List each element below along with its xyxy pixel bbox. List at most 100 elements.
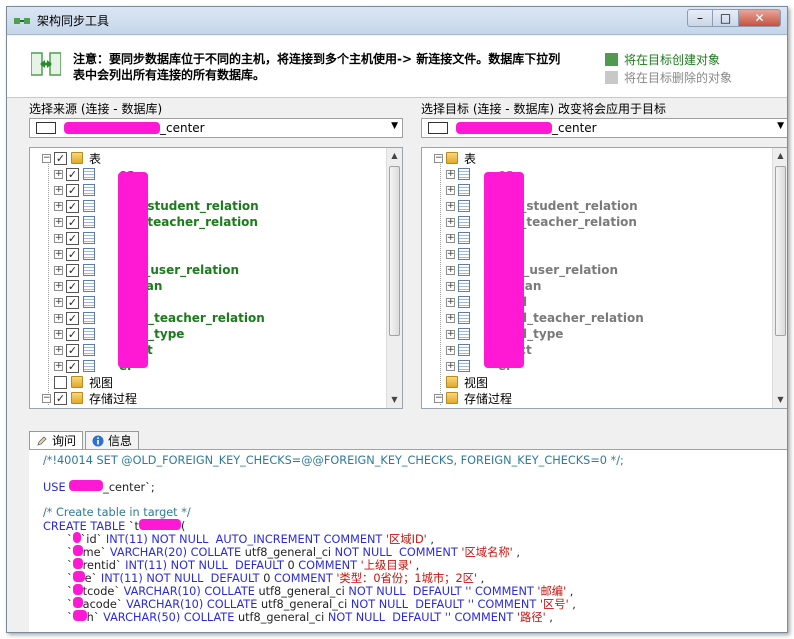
tree-node-table[interactable]: + ✓ hool_teacher_relation: [54, 310, 265, 326]
checkbox[interactable]: ✓: [66, 311, 79, 325]
minimize-button[interactable]: –: [687, 9, 713, 27]
checkbox[interactable]: ✓: [66, 167, 79, 181]
checkbox[interactable]: ✓: [66, 343, 79, 357]
tab-query-label: 询问: [52, 434, 77, 448]
target-db-select[interactable]: _center ▼: [421, 118, 787, 138]
tab-query[interactable]: 询问: [29, 431, 84, 449]
expand-icon[interactable]: +: [446, 233, 455, 243]
checkbox[interactable]: [54, 375, 67, 389]
collapse-icon[interactable]: −: [42, 393, 51, 403]
checkbox[interactable]: ✓: [66, 215, 79, 229]
source-tree[interactable]: − ✓ 表 +✓ea+✓ass+✓ass_student_relation+✓a…: [29, 147, 403, 409]
tree-node-table[interactable]: + ass_student_relation: [446, 198, 638, 214]
table-icon: [458, 264, 470, 276]
window-controls: – □ ✕: [687, 9, 781, 27]
sql-text: utf8_general_ci: [237, 611, 328, 624]
checkbox[interactable]: ✓: [66, 359, 79, 373]
notice-line-1: 注意：要同步数据库位于不同的主机，将连接到多个主机使用-> 新连接文件。数据库下…: [73, 52, 561, 66]
expand-icon[interactable]: +: [446, 265, 455, 275]
source-db-select[interactable]: _center ▼: [29, 118, 403, 138]
checkbox[interactable]: ✓: [66, 199, 79, 213]
expand-icon[interactable]: +: [446, 313, 455, 323]
expand-icon[interactable]: +: [446, 345, 455, 355]
scroll-thumb[interactable]: [389, 166, 400, 336]
expand-icon[interactable]: +: [54, 185, 63, 195]
tree-node-procedures[interactable]: − ✓ 存储过程: [42, 390, 137, 406]
tree-node-table[interactable]: + ass_teacher_relation: [446, 214, 637, 230]
checkbox[interactable]: ✓: [66, 295, 79, 309]
sql-keyword: COLLATE: [183, 611, 238, 624]
expand-icon[interactable]: +: [54, 329, 63, 339]
expand-icon[interactable]: +: [446, 281, 455, 291]
checkbox[interactable]: ✓: [66, 327, 79, 341]
collapse-icon[interactable]: −: [434, 153, 443, 163]
expand-icon[interactable]: +: [54, 361, 63, 371]
redaction-mark: [118, 172, 148, 368]
table-icon: [83, 360, 95, 372]
checkbox[interactable]: ✓: [54, 151, 67, 165]
sql-column-line: ` `id` INT(11) NOT NULL AUTO_INCREMENT CO…: [67, 532, 434, 546]
expand-icon[interactable]: +: [54, 313, 63, 323]
tree-node-table[interactable]: + ✓ ass_teacher_relation: [54, 214, 258, 230]
scroll-up-icon[interactable]: ▲: [773, 148, 787, 164]
checkbox[interactable]: ✓: [66, 279, 79, 293]
tree-node-views[interactable]: 视图: [42, 374, 113, 390]
maximize-button[interactable]: □: [713, 9, 739, 27]
checkbox[interactable]: ✓: [66, 247, 79, 261]
chevron-down-icon: ▼: [391, 121, 398, 131]
expand-icon[interactable]: +: [54, 297, 63, 307]
expand-icon[interactable]: +: [446, 201, 455, 211]
target-db-name: _center: [552, 121, 597, 135]
sql-column-line: ` rentid` INT(11) NOT NULL DEFAULT 0 COMM…: [67, 558, 420, 572]
collapse-icon[interactable]: −: [434, 393, 443, 403]
source-scrollbar[interactable]: ▲ ▼: [386, 148, 402, 408]
expand-icon[interactable]: +: [54, 233, 63, 243]
notice-text: 注意：要同步数据库位于不同的主机，将连接到多个主机使用-> 新连接文件。数据库下…: [73, 51, 593, 83]
window-title: 架构同步工具: [37, 14, 110, 28]
table-icon: [83, 248, 95, 260]
collapse-icon[interactable]: −: [42, 153, 51, 163]
table-icon: [458, 312, 470, 324]
scroll-down-icon[interactable]: ▼: [387, 392, 402, 408]
redacted-name: [72, 558, 83, 569]
expand-icon[interactable]: +: [446, 297, 455, 307]
checkbox[interactable]: ✓: [66, 263, 79, 277]
tree-node-views[interactable]: 视图: [434, 374, 488, 390]
expand-icon[interactable]: +: [54, 265, 63, 275]
checkbox[interactable]: ✓: [54, 391, 67, 405]
sql-preview[interactable]: /*!40014 SET @OLD_FOREIGN_KEY_CHECKS=@@F…: [29, 449, 787, 632]
scroll-up-icon[interactable]: ▲: [387, 148, 402, 164]
scroll-thumb[interactable]: [775, 166, 786, 336]
target-scrollbar[interactable]: ▲ ▼: [772, 148, 787, 408]
info-icon: [92, 435, 104, 446]
expand-icon[interactable]: +: [446, 249, 455, 259]
tree-node-table[interactable]: + ✓ ass_student_relation: [54, 198, 259, 214]
expand-icon[interactable]: +: [54, 249, 63, 259]
expand-icon[interactable]: +: [446, 217, 455, 227]
tree-node-table[interactable]: + oup_user_relation: [446, 262, 618, 278]
expand-icon[interactable]: +: [54, 345, 63, 355]
expand-icon[interactable]: +: [54, 201, 63, 211]
expand-icon[interactable]: +: [446, 169, 455, 179]
schema-sync-window: 架构同步工具 – □ ✕ 注意：要同步数据库位于不同的主机，将连接到多个主机使用…: [6, 6, 788, 633]
checkbox[interactable]: ✓: [66, 183, 79, 197]
expand-icon[interactable]: +: [54, 281, 63, 291]
expand-icon[interactable]: +: [54, 169, 63, 179]
tree-node-tables[interactable]: − 表: [434, 150, 476, 166]
expand-icon[interactable]: +: [446, 361, 455, 371]
expand-icon[interactable]: +: [446, 185, 455, 195]
target-tree[interactable]: − 表 +ea+ass+ass_student_relation+ass_tea…: [421, 147, 787, 409]
expand-icon[interactable]: +: [446, 329, 455, 339]
title-bar: 架构同步工具 – □ ✕: [7, 7, 787, 35]
tab-info[interactable]: 信息: [85, 431, 140, 449]
scroll-down-icon[interactable]: ▼: [773, 392, 787, 408]
tree-node-tables[interactable]: − ✓ 表: [42, 150, 101, 166]
tab-info-label: 信息: [108, 434, 133, 448]
tree-node-procedures[interactable]: − 存储过程: [434, 390, 512, 406]
sql-text: ,: [512, 546, 520, 559]
close-button[interactable]: ✕: [739, 9, 781, 27]
expand-icon[interactable]: +: [54, 217, 63, 227]
tree-node-table[interactable]: + hool_teacher_relation: [446, 310, 644, 326]
legend: 将在目标创建对象 将在目标删除的对象: [605, 50, 732, 86]
checkbox[interactable]: ✓: [66, 231, 79, 245]
